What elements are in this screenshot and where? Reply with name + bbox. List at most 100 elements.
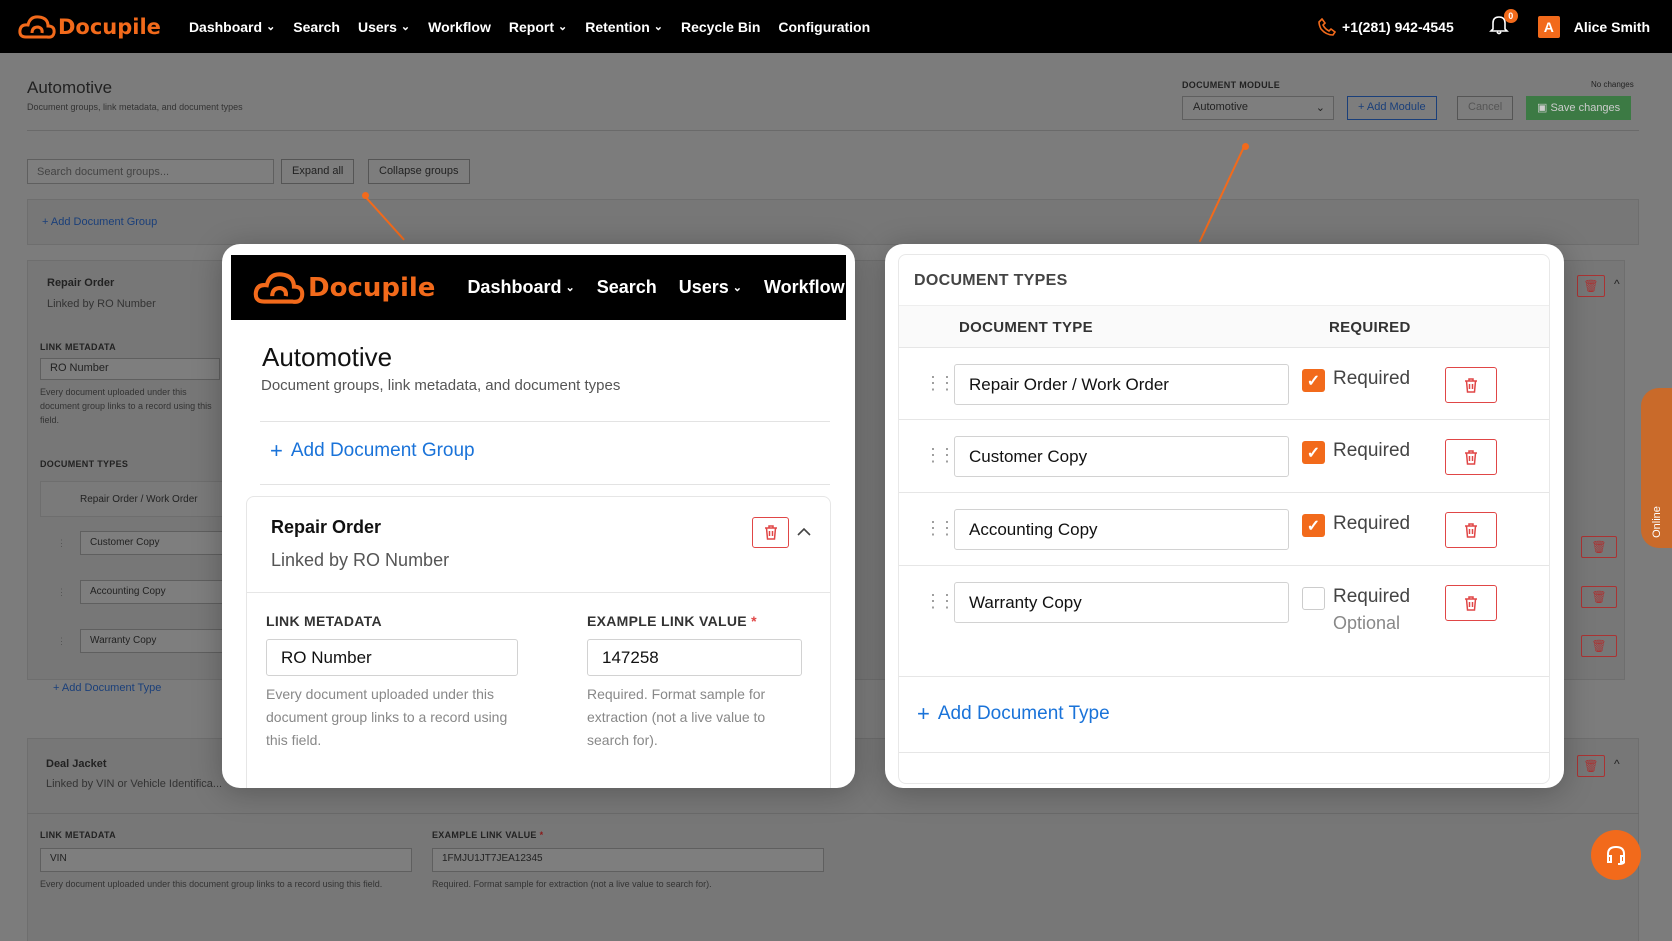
link-metadata-label: LINK METADATA bbox=[40, 342, 116, 352]
add-group-label: Add Document Group bbox=[290, 440, 475, 461]
table-row: ⋮⋮ Accounting Copy ✓ Required bbox=[899, 492, 1549, 565]
doc-type-input[interactable]: Warranty Copy bbox=[80, 629, 230, 653]
nav-item-search[interactable]: Search bbox=[293, 19, 340, 35]
nav-item-label: Dashboard bbox=[188, 18, 263, 35]
doc-type-input[interactable]: Accounting Copy bbox=[954, 509, 1289, 550]
add-group-bar bbox=[27, 199, 1639, 245]
table-row: ⋮⋮ Customer Copy ✓ Required bbox=[899, 419, 1549, 492]
example-help: Required. Format sample for extraction (… bbox=[587, 686, 766, 748]
headset-icon bbox=[1607, 845, 1625, 865]
zoom-nav-item-workflow[interactable]: Workflow bbox=[764, 277, 845, 298]
link-metadata-label: LINK METADATA bbox=[40, 830, 116, 840]
example-link-input[interactable]: 147258 bbox=[587, 639, 802, 676]
add-group-link[interactable]: + Add Document Group bbox=[42, 216, 157, 228]
trash-icon: 🗑 bbox=[1591, 639, 1607, 653]
drag-handle-icon[interactable]: ⋮ bbox=[57, 538, 66, 549]
required-checkbox[interactable]: ✓ bbox=[1302, 369, 1325, 392]
required-checkbox[interactable] bbox=[1302, 587, 1325, 610]
chevron-down-icon: ⌄ bbox=[1315, 102, 1325, 114]
delete-doc-type-button[interactable] bbox=[1445, 439, 1497, 475]
add-doc-type-link[interactable]: + Add Document Type bbox=[917, 701, 1110, 727]
nav-item-label: Report bbox=[508, 18, 554, 35]
zoom-nav-item-users[interactable]: Users ⌄ bbox=[679, 277, 742, 298]
cloud-logo-icon bbox=[18, 14, 56, 39]
drag-handle-icon[interactable]: ⋮⋮ bbox=[924, 591, 956, 612]
delete-doc-type-button[interactable]: 🗑 bbox=[1581, 635, 1617, 657]
add-group-link[interactable]: + Add Document Group bbox=[270, 438, 475, 464]
nav-item-report[interactable]: Report ⌄ bbox=[509, 19, 567, 35]
page-subtitle: Document groups, link metadata, and docu… bbox=[261, 377, 621, 394]
drag-handle-icon[interactable]: ⋮⋮ bbox=[924, 445, 956, 466]
required-label: Required bbox=[1333, 513, 1411, 534]
doc-type-input[interactable]: Warranty Copy bbox=[954, 582, 1289, 623]
trash-icon bbox=[1465, 377, 1477, 393]
phone-number: +1(281) 942-4545 bbox=[1342, 18, 1454, 35]
delete-doc-type-button[interactable] bbox=[1445, 512, 1497, 548]
required-checkbox[interactable]: ✓ bbox=[1302, 514, 1325, 537]
chevron-up-icon[interactable]: ^ bbox=[1614, 277, 1620, 291]
link-metadata-label: LINK METADATA bbox=[266, 613, 382, 629]
brand-name: Docupile bbox=[308, 272, 436, 303]
example-help: Required. Format sample for extraction (… bbox=[432, 879, 712, 889]
nav-item-configuration[interactable]: Configuration bbox=[778, 19, 870, 35]
link-metadata-input[interactable]: VIN bbox=[40, 848, 412, 872]
chevron-up-icon[interactable] bbox=[797, 521, 811, 542]
nav-item-retention[interactable]: Retention ⌄ bbox=[585, 19, 663, 35]
doc-type-input[interactable]: Repair Order / Work Order bbox=[954, 364, 1289, 405]
drag-handle-icon[interactable]: ⋮⋮ bbox=[924, 518, 956, 539]
group-header[interactable]: Repair Order Linked by RO Number bbox=[247, 497, 830, 593]
zoom-nav-item-dashboard[interactable]: Dashboard ⌄ bbox=[467, 277, 574, 298]
drag-handle-icon[interactable]: ⋮⋮ bbox=[924, 373, 956, 394]
online-status-tab[interactable]: Online bbox=[1641, 388, 1672, 548]
drag-handle-icon[interactable]: ⋮ bbox=[57, 636, 66, 647]
top-nav: Docupile Dashboard ⌄ Search Users ⌄ Workflow R… bbox=[0, 0, 1672, 53]
delete-doc-type-button[interactable]: 🗑 bbox=[1581, 536, 1617, 558]
support-chat-button[interactable] bbox=[1591, 830, 1641, 880]
drag-handle-icon[interactable]: ⋮ bbox=[57, 587, 66, 598]
doc-type-input[interactable]: Customer Copy bbox=[954, 436, 1289, 477]
group-name: Deal Jacket bbox=[46, 758, 107, 770]
required-asterisk: * bbox=[539, 830, 544, 840]
example-link-input[interactable]: 1FMJU1JT7JEA12345 bbox=[432, 848, 824, 872]
nav-item-workflow[interactable]: Workflow bbox=[428, 19, 491, 35]
expand-all-button[interactable]: Expand all bbox=[281, 159, 355, 184]
zoom-card-left: Docupile Dashboard ⌄ Search Users ⌄ Workflow … bbox=[222, 244, 855, 788]
search-input[interactable]: Search document groups... bbox=[27, 159, 274, 184]
required-checkbox[interactable]: ✓ bbox=[1302, 441, 1325, 464]
nav-item-dashboard[interactable]: Dashboard ⌄ bbox=[189, 19, 275, 35]
module-select[interactable]: Automotive ⌄ bbox=[1182, 96, 1334, 120]
trash-icon: 🗑 bbox=[1583, 759, 1599, 773]
nav-menu: Dashboard ⌄ Search Users ⌄ Workflow Report ⌄ Ret… bbox=[189, 19, 870, 35]
delete-doc-type-button[interactable] bbox=[1445, 367, 1497, 403]
delete-group-button[interactable]: 🗑 bbox=[1577, 275, 1605, 297]
delete-doc-type-button[interactable]: 🗑 bbox=[1581, 586, 1617, 608]
phone-link[interactable]: +1(281) 942-4545 bbox=[1318, 17, 1454, 36]
link-help: Every document uploaded under this docum… bbox=[266, 686, 508, 748]
cancel-button[interactable]: Cancel bbox=[1457, 96, 1514, 120]
nav-item-label: Recycle Bin bbox=[681, 18, 761, 35]
brand-logo[interactable]: Docupile bbox=[253, 269, 435, 307]
delete-group-button[interactable] bbox=[752, 517, 789, 548]
delete-group-button[interactable]: 🗑 bbox=[1577, 755, 1605, 777]
avatar[interactable]: A bbox=[1537, 15, 1560, 38]
collapse-groups-button[interactable]: Collapse groups bbox=[368, 159, 470, 184]
user-name[interactable]: Alice Smith bbox=[1574, 19, 1650, 35]
chevron-up-icon[interactable]: ^ bbox=[1614, 757, 1620, 771]
link-metadata-input[interactable]: RO Number bbox=[266, 639, 518, 676]
col-document-type: DOCUMENT TYPE bbox=[959, 319, 1093, 336]
trash-icon: 🗑 bbox=[1591, 590, 1607, 604]
doc-type-input[interactable]: Customer Copy bbox=[80, 531, 230, 555]
doc-type-input[interactable]: Accounting Copy bbox=[80, 580, 230, 604]
save-changes-button[interactable]: ▣ Save changes bbox=[1526, 96, 1632, 120]
notifications-button[interactable]: 0 bbox=[1488, 8, 1518, 41]
nav-item-label: Search bbox=[596, 277, 657, 297]
add-doc-type-link[interactable]: + Add Document Type bbox=[53, 682, 161, 694]
zoom-nav-item-search[interactable]: Search bbox=[597, 277, 657, 298]
nav-item-recycle-bin[interactable]: Recycle Bin bbox=[681, 19, 760, 35]
brand-logo[interactable]: Docupile bbox=[18, 13, 161, 41]
nav-item-label: Search bbox=[293, 18, 340, 35]
nav-item-users[interactable]: Users ⌄ bbox=[358, 19, 410, 35]
delete-doc-type-button[interactable] bbox=[1445, 585, 1497, 621]
table-header: DOCUMENT TYPE REQUIRED bbox=[899, 305, 1549, 347]
add-module-button[interactable]: + Add Module bbox=[1347, 96, 1437, 120]
